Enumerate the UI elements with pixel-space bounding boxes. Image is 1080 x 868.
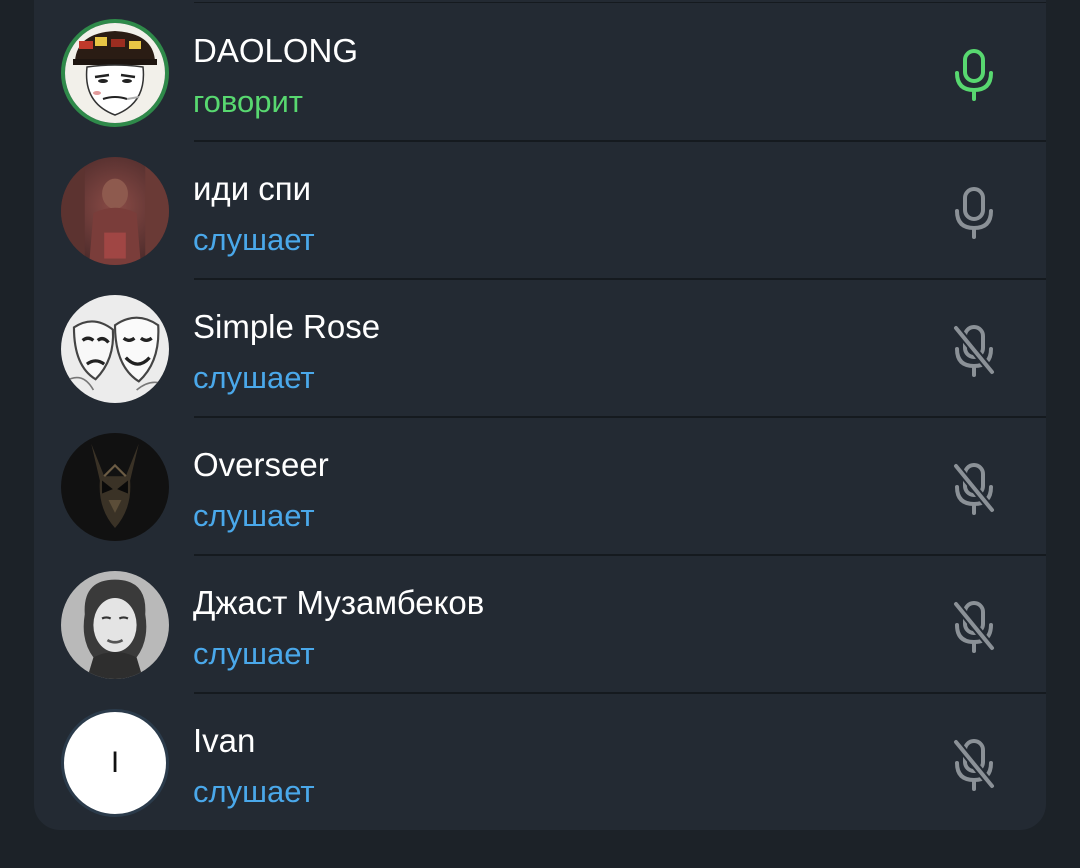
mic-muted-icon[interactable] — [948, 736, 1000, 794]
participant-name: Джаст Музамбеков — [193, 584, 485, 621]
participant-name: иди спи — [193, 170, 312, 207]
participant-status: слушает — [193, 774, 315, 809]
participant-row[interactable]: DAOLONG говорит — [34, 4, 1046, 142]
theater-masks-avatar — [61, 295, 169, 403]
participant-row[interactable]: Джаст Музамбеков слушает — [34, 556, 1046, 694]
voice-chat-participants-panel: DAOLONG говорит иди спи слушает Simple R… — [34, 0, 1046, 830]
dark-mask-avatar — [61, 433, 169, 541]
top-divider — [194, 2, 1046, 3]
cartoon-face-avatar — [61, 19, 169, 127]
mic-on-icon[interactable] — [948, 46, 1000, 104]
participant-status: слушает — [193, 360, 315, 395]
participants-list: DAOLONG говорит иди спи слушает Simple R… — [34, 4, 1046, 830]
photo-avatar — [61, 157, 169, 265]
mic-muted-icon[interactable] — [948, 322, 1000, 380]
mic-muted-icon[interactable] — [948, 460, 1000, 518]
participant-row[interactable]: Simple Rose слушает — [34, 280, 1046, 418]
participant-status: слушает — [193, 222, 315, 257]
participant-row[interactable]: Overseer слушает — [34, 418, 1046, 556]
participant-status: говорит — [193, 84, 303, 119]
portrait-avatar — [61, 571, 169, 679]
participant-row[interactable]: иди спи слушает — [34, 142, 1046, 280]
avatar-initial: I — [110, 746, 120, 779]
participant-status: слушает — [193, 498, 315, 533]
participant-row[interactable]: I Ivan слушает — [34, 694, 1046, 830]
participant-name: Simple Rose — [193, 308, 381, 345]
participant-name: Overseer — [193, 446, 329, 483]
mic-muted-icon[interactable] — [948, 598, 1000, 656]
participant-name: DAOLONG — [193, 32, 359, 69]
participant-status: слушает — [193, 636, 315, 671]
participant-name: Ivan — [193, 722, 256, 759]
letter-avatar: I — [61, 709, 169, 817]
mic-icon[interactable] — [948, 184, 1000, 242]
